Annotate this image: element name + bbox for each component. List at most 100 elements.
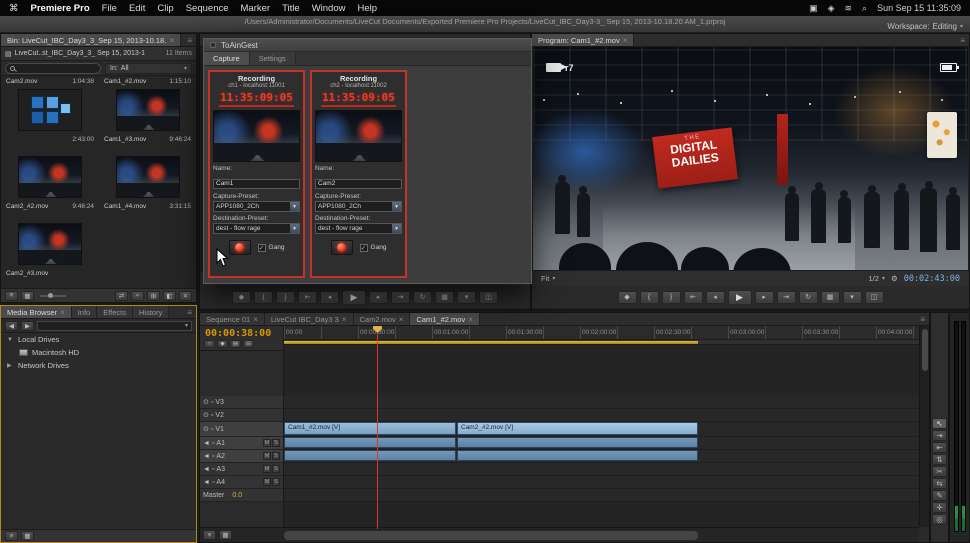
audio-clip[interactable]: [457, 437, 698, 448]
gang-checkbox[interactable]: ✓ Gang: [360, 244, 387, 252]
mark-out-button[interactable]: }: [662, 291, 681, 304]
tab-media-browser[interactable]: Media Browser ×: [1, 306, 72, 318]
track-lane-a3[interactable]: [284, 463, 919, 476]
mute-button[interactable]: M: [263, 452, 271, 460]
step-forward-button[interactable]: ▸: [755, 291, 774, 304]
track-lane-v3[interactable]: [284, 396, 919, 409]
razor-tool[interactable]: ✂: [932, 466, 947, 477]
sequence-marker-button[interactable]: ◆: [217, 340, 228, 348]
menu-help[interactable]: Help: [357, 3, 377, 14]
mute-button[interactable]: M: [263, 478, 271, 486]
speaker-icon[interactable]: ◄: [203, 466, 210, 473]
menu-edit[interactable]: Edit: [129, 3, 145, 14]
speaker-icon[interactable]: ◄: [203, 479, 210, 486]
lock-icon[interactable]: ▫: [212, 453, 214, 460]
scrollbar-thumb[interactable]: [922, 329, 928, 371]
list-view-button[interactable]: ≡: [5, 531, 18, 541]
rolling-edit-tool[interactable]: ⇅: [932, 454, 947, 465]
timeline-horizontal-scrollbar[interactable]: ≡ ▦: [200, 527, 919, 542]
lock-icon[interactable]: ▫: [212, 479, 214, 486]
tab-cam1-2[interactable]: Cam1_#2.mov ×: [410, 313, 479, 325]
find-button[interactable]: ⌕: [131, 291, 144, 301]
master-level-value[interactable]: 0.0: [232, 492, 242, 499]
scrollbar-thumb[interactable]: [284, 531, 698, 540]
tree-item-network-drives[interactable]: ▶ Network Drives: [1, 359, 196, 372]
disclosure-open-icon[interactable]: ▼: [7, 337, 14, 343]
track-lane-a2[interactable]: [284, 450, 919, 463]
tab-history[interactable]: History: [133, 306, 169, 318]
step-back-button[interactable]: ◂: [320, 291, 339, 304]
pen-tool[interactable]: ✎: [932, 490, 947, 501]
tab-effects[interactable]: Effects: [97, 306, 133, 318]
lock-icon[interactable]: ▫: [212, 440, 214, 447]
clip-cell[interactable]: Cam1_#3.mov 9:46:24: [99, 87, 196, 154]
new-item-button[interactable]: ◧: [163, 291, 176, 301]
clip-cell[interactable]: Cam1_#4.mov 3:31:15: [99, 154, 196, 221]
automate-to-sequence-button[interactable]: ⇄: [115, 291, 128, 301]
icon-view-button[interactable]: ▦: [21, 531, 34, 541]
solo-button[interactable]: S: [272, 465, 280, 473]
menubar-bluetooth-icon[interactable]: ◈: [828, 3, 835, 14]
apple-menu-icon[interactable]: ⌘: [9, 3, 19, 14]
settings-wrench-icon[interactable]: ⚙: [891, 274, 898, 283]
playhead-line[interactable]: [377, 326, 378, 529]
close-icon[interactable]: ×: [399, 315, 404, 324]
clip-label[interactable]: Cam1_#2.mov 1:15:10: [99, 76, 196, 87]
track-lane-master[interactable]: [284, 489, 919, 502]
new-bin-button[interactable]: ⊞: [147, 291, 160, 301]
menu-sequence[interactable]: Sequence: [186, 3, 229, 14]
add-marker-button[interactable]: ◆: [232, 291, 251, 304]
solo-button[interactable]: S: [272, 439, 280, 447]
hand-tool[interactable]: ✛: [932, 502, 947, 513]
track-height-button[interactable]: ⊟: [243, 340, 254, 348]
track-lane-a4[interactable]: [284, 476, 919, 489]
close-icon[interactable]: ×: [468, 315, 473, 324]
program-video[interactable]: THE DIGITAL DAILIES r7: [533, 47, 968, 270]
eye-icon[interactable]: ⊙: [203, 398, 209, 406]
tab-project-bin[interactable]: Bin: LiveCut_IBC_Day3_3_Sep 15, 2013-10.…: [1, 34, 181, 46]
mark-out-button[interactable]: }: [276, 291, 295, 304]
export-frame-button[interactable]: ◫: [865, 291, 884, 304]
mark-in-button[interactable]: {: [640, 291, 659, 304]
audio-clip[interactable]: [284, 437, 456, 448]
mute-button[interactable]: M: [263, 439, 271, 447]
icon-view-button[interactable]: ▦: [21, 291, 34, 301]
menubar-wifi-icon[interactable]: ≋: [845, 3, 853, 14]
track-header-a3[interactable]: ◄ ▫ A3 M S: [200, 463, 284, 476]
track-lane-a1[interactable]: [284, 437, 919, 450]
safe-margins-button[interactable]: ▦: [435, 291, 454, 304]
track-select-tool[interactable]: ⇥: [932, 430, 947, 441]
forward-button[interactable]: ▶: [21, 321, 34, 331]
close-icon[interactable]: ×: [169, 36, 174, 45]
play-button[interactable]: ▶: [342, 290, 366, 305]
step-back-button[interactable]: ◂: [706, 291, 725, 304]
record-button[interactable]: [331, 240, 353, 255]
track-header-v2[interactable]: ⊙ ▫ V2: [200, 409, 284, 422]
clip-cell[interactable]: Cam2_#3.mov: [1, 221, 99, 288]
loop-button[interactable]: ↻: [413, 291, 432, 304]
clip-cell[interactable]: 2:43:00: [1, 87, 99, 154]
loop-button[interactable]: ↻: [799, 291, 818, 304]
search-input[interactable]: [18, 65, 96, 72]
mute-button[interactable]: M: [263, 465, 271, 473]
tree-item-local-drives[interactable]: ▼ Local Drives: [1, 333, 196, 346]
menubar-spotlight-icon[interactable]: ⌕: [862, 3, 867, 14]
panel-menu-icon[interactable]: ≡: [183, 36, 196, 45]
step-forward-button[interactable]: ▸: [369, 291, 388, 304]
tab-info[interactable]: Info: [72, 306, 98, 318]
track-header-a4[interactable]: ◄ ▫ A4 M S: [200, 476, 284, 489]
lock-icon[interactable]: ▫: [211, 426, 213, 433]
panel-menu-icon[interactable]: ≡: [183, 308, 196, 317]
zoom-out-button[interactable]: ≡: [203, 530, 216, 540]
zoom-tool[interactable]: ◎: [932, 514, 947, 525]
eye-icon[interactable]: ⊙: [203, 425, 209, 433]
output-button[interactable]: ▾: [457, 291, 476, 304]
timeline-vertical-scrollbar[interactable]: [919, 326, 929, 527]
lock-icon[interactable]: ▫: [211, 412, 213, 419]
list-view-button[interactable]: ≡: [5, 291, 18, 301]
menubar-clock[interactable]: Sun Sep 15 11:35:09: [877, 3, 961, 13]
track-lane-v1[interactable]: Cam1_#2.mov [V] Cam2_#2.mov [V]: [284, 422, 919, 437]
gang-checkbox[interactable]: ✓ Gang: [258, 244, 285, 252]
go-to-in-button[interactable]: ⇤: [684, 291, 703, 304]
menu-file[interactable]: File: [102, 3, 117, 14]
